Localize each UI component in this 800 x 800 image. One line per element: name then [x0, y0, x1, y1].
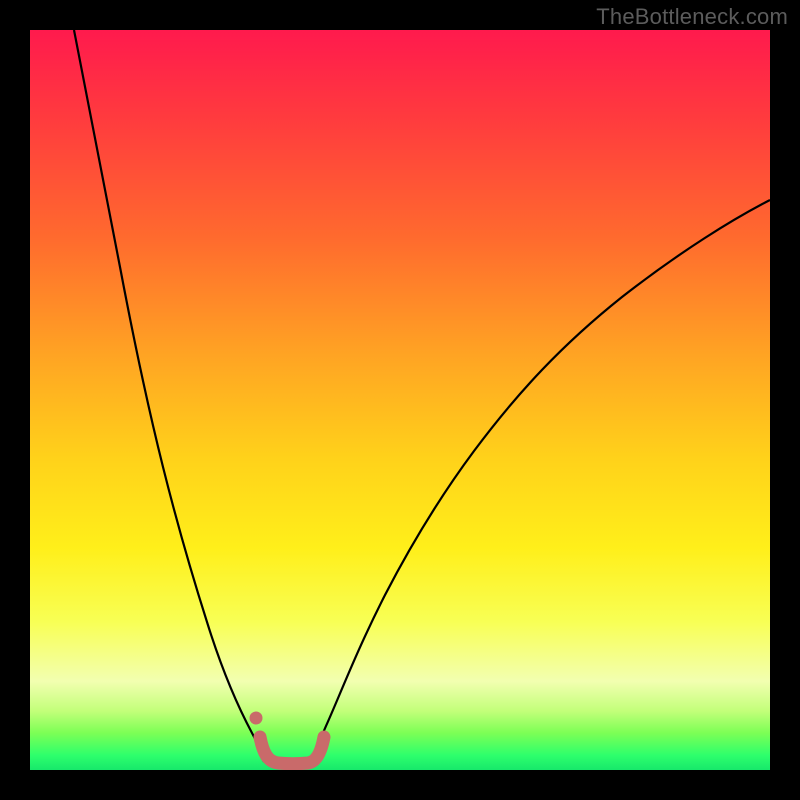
plot-area	[30, 30, 770, 770]
watermark-text: TheBottleneck.com	[596, 4, 788, 30]
left-curve	[74, 30, 264, 762]
left-dot-marker	[250, 712, 263, 725]
chart-frame: TheBottleneck.com	[0, 0, 800, 800]
valley-highlight	[260, 737, 324, 764]
chart-svg	[30, 30, 770, 770]
right-curve	[311, 200, 770, 762]
